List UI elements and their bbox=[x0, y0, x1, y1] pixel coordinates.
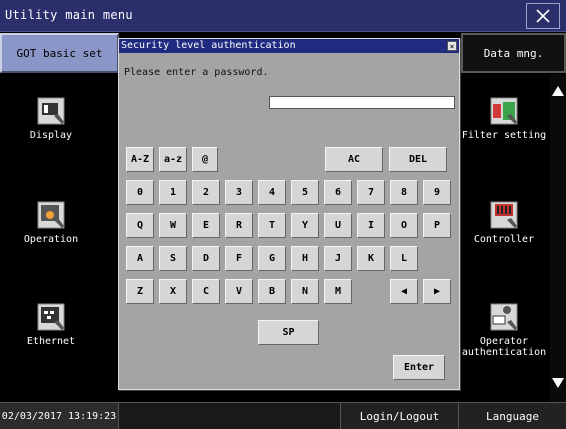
key-letter[interactable]: L bbox=[390, 246, 418, 271]
key-letter[interactable]: T bbox=[258, 213, 286, 238]
key-letter[interactable]: H bbox=[291, 246, 319, 271]
key-letter[interactable]: O bbox=[390, 213, 418, 238]
key-symbols[interactable]: @ bbox=[192, 147, 218, 172]
key-letter[interactable]: W bbox=[159, 213, 187, 238]
dialog-close-button[interactable]: × bbox=[447, 41, 457, 51]
menu-item-display[interactable]: Display bbox=[6, 96, 96, 141]
login-logout-button[interactable]: Login/Logout bbox=[340, 403, 458, 429]
key-letter[interactable]: Y bbox=[291, 213, 319, 238]
key-digit[interactable]: 3 bbox=[225, 180, 253, 205]
menu-item-operation[interactable]: Operation bbox=[6, 200, 96, 245]
dialog-title: Security level authentication bbox=[119, 39, 459, 53]
key-letter[interactable]: X bbox=[159, 279, 187, 304]
key-letter[interactable]: M bbox=[324, 279, 352, 304]
menu-item-label: Operation bbox=[23, 234, 79, 245]
scroll-down-icon[interactable] bbox=[552, 378, 564, 388]
key-digit[interactable]: 7 bbox=[357, 180, 385, 205]
key-letter[interactable]: F bbox=[225, 246, 253, 271]
key-letter[interactable]: R bbox=[225, 213, 253, 238]
key-digit[interactable]: 2 bbox=[192, 180, 220, 205]
key-letter[interactable]: Q bbox=[126, 213, 154, 238]
left-arrow-icon: ◀ bbox=[400, 286, 408, 297]
key-letter[interactable]: E bbox=[192, 213, 220, 238]
menu-item-label: Operator authentication bbox=[461, 336, 547, 358]
cursor-right-key[interactable]: ▶ bbox=[423, 279, 451, 304]
close-button[interactable] bbox=[526, 3, 560, 29]
key-letter[interactable]: N bbox=[291, 279, 319, 304]
tab-got-basic-set[interactable]: GOT basic set bbox=[0, 33, 119, 73]
menu-item-label: Filter setting bbox=[461, 130, 547, 141]
key-digit[interactable]: 1 bbox=[159, 180, 187, 205]
close-icon bbox=[536, 9, 550, 23]
menu-item-label: Display bbox=[29, 130, 73, 141]
key-letter[interactable]: D bbox=[192, 246, 220, 271]
enter-button[interactable]: Enter bbox=[393, 355, 445, 380]
password-field[interactable] bbox=[269, 96, 455, 109]
key-letter[interactable]: P bbox=[423, 213, 451, 238]
datetime-display: 02/03/2017 13:19:23 bbox=[0, 403, 119, 429]
menu-item-filter-setting[interactable]: Filter setting bbox=[458, 96, 550, 141]
display-icon bbox=[37, 97, 65, 125]
tab-data-mng[interactable]: Data mng. bbox=[461, 33, 566, 73]
security-auth-dialog: Security level authentication × Please e… bbox=[118, 38, 460, 390]
key-digit[interactable]: 4 bbox=[258, 180, 286, 205]
key-letter[interactable]: S bbox=[159, 246, 187, 271]
key-lowercase[interactable]: a-z bbox=[159, 147, 187, 172]
cursor-left-key[interactable]: ◀ bbox=[390, 279, 418, 304]
key-digit[interactable]: 8 bbox=[390, 180, 418, 205]
title-bar: Utility main menu bbox=[0, 0, 566, 32]
key-letter[interactable]: B bbox=[258, 279, 286, 304]
window-title: Utility main menu bbox=[5, 8, 133, 22]
key-all-clear[interactable]: AC bbox=[325, 147, 383, 172]
key-letter[interactable]: A bbox=[126, 246, 154, 271]
key-digit[interactable]: 9 bbox=[423, 180, 451, 205]
space-key[interactable]: SP bbox=[258, 320, 319, 345]
operator-authentication-icon bbox=[490, 303, 518, 331]
key-letter[interactable]: I bbox=[357, 213, 385, 238]
controller-icon bbox=[490, 201, 518, 229]
filter-setting-icon bbox=[490, 97, 518, 125]
key-letter[interactable]: V bbox=[225, 279, 253, 304]
menu-item-label: Ethernet bbox=[26, 336, 76, 347]
menu-scrollbar[interactable] bbox=[550, 74, 566, 402]
operation-icon bbox=[37, 201, 65, 229]
menu-item-ethernet[interactable]: Ethernet bbox=[6, 302, 96, 347]
key-letter[interactable]: Z bbox=[126, 279, 154, 304]
language-button[interactable]: Language bbox=[458, 403, 566, 429]
menu-item-label: Controller bbox=[473, 234, 535, 245]
key-delete[interactable]: DEL bbox=[389, 147, 447, 172]
key-letter[interactable]: C bbox=[192, 279, 220, 304]
key-letter[interactable]: K bbox=[357, 246, 385, 271]
key-letter[interactable]: J bbox=[324, 246, 352, 271]
key-digit[interactable]: 6 bbox=[324, 180, 352, 205]
key-uppercase[interactable]: A-Z bbox=[126, 147, 154, 172]
key-digit[interactable]: 5 bbox=[291, 180, 319, 205]
key-letter[interactable]: G bbox=[258, 246, 286, 271]
right-arrow-icon: ▶ bbox=[433, 286, 441, 297]
menu-item-controller[interactable]: Controller bbox=[458, 200, 550, 245]
scroll-up-icon[interactable] bbox=[552, 86, 564, 96]
key-letter[interactable]: U bbox=[324, 213, 352, 238]
menu-item-operator-authentication[interactable]: Operator authentication bbox=[458, 302, 550, 358]
password-prompt: Please enter a password. bbox=[124, 67, 269, 78]
ethernet-icon bbox=[37, 303, 65, 331]
key-digit[interactable]: 0 bbox=[126, 180, 154, 205]
status-bar: 02/03/2017 13:19:23 Login/Logout Languag… bbox=[0, 402, 566, 429]
